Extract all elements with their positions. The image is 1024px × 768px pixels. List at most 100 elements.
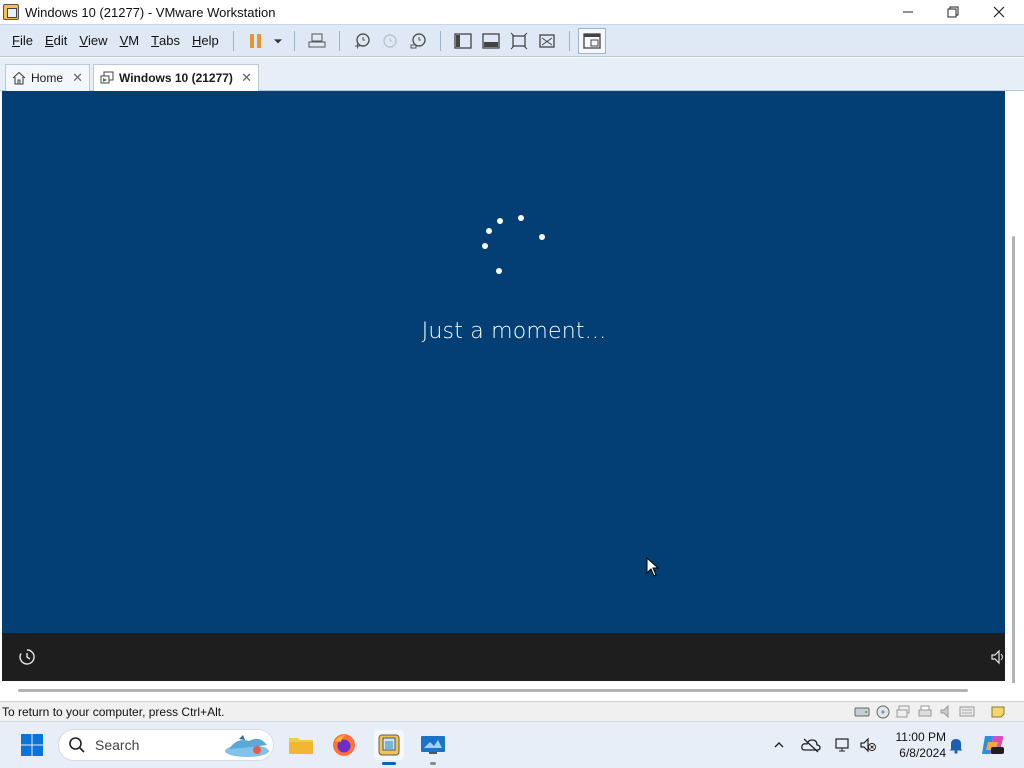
display-device-icon[interactable] bbox=[959, 704, 975, 719]
full-screen-button[interactable] bbox=[505, 28, 533, 54]
copilot-icon bbox=[982, 736, 1004, 754]
menu-vm[interactable]: VM bbox=[114, 25, 146, 56]
menu-help[interactable]: Help bbox=[186, 25, 225, 56]
vertical-scrollbar[interactable] bbox=[1012, 236, 1015, 686]
unity-icon bbox=[539, 33, 555, 48]
show-thumbnail-bar-button[interactable] bbox=[477, 28, 505, 54]
search-label: Search bbox=[95, 737, 140, 753]
title-bar: Windows 10 (21277) - VMware Workstation bbox=[0, 0, 1024, 24]
close-icon bbox=[993, 6, 1005, 18]
spinner-dot bbox=[482, 243, 488, 249]
vmware-app-icon bbox=[3, 4, 19, 20]
chevron-down-icon bbox=[273, 38, 282, 43]
revert-snapshot-icon bbox=[383, 33, 397, 48]
revert-snapshot-button[interactable] bbox=[376, 28, 404, 54]
windows-taskbar: Search 11:00 PM 6/8/2024 bbox=[0, 721, 1024, 768]
minimize-icon bbox=[903, 11, 913, 13]
minimize-button[interactable] bbox=[885, 0, 931, 24]
cloud-offline-icon bbox=[801, 738, 821, 753]
network-icon bbox=[835, 738, 849, 752]
windows-start-icon[interactable] bbox=[20, 733, 44, 757]
network-send-icon bbox=[308, 33, 326, 47]
menu-view[interactable]: View bbox=[73, 25, 113, 56]
vm-screen[interactable]: Just a moment... bbox=[2, 91, 1005, 633]
bell-icon bbox=[949, 739, 963, 754]
take-snapshot-button[interactable] bbox=[348, 28, 376, 54]
clock-date: 6/8/2024 bbox=[899, 746, 946, 760]
snapshot-icon bbox=[354, 32, 370, 48]
accessibility-icon[interactable] bbox=[17, 647, 37, 667]
power-dropdown-button[interactable] bbox=[270, 28, 286, 54]
loading-spinner bbox=[2, 91, 1005, 633]
console-view-icon bbox=[583, 32, 601, 49]
spinner-dot bbox=[539, 234, 545, 240]
network-adapter-icon[interactable] bbox=[896, 704, 912, 719]
restore-icon bbox=[947, 6, 959, 18]
spinner-dot bbox=[496, 268, 502, 274]
thumbnail-bar-icon bbox=[482, 32, 500, 49]
sound-card-icon[interactable] bbox=[938, 704, 954, 719]
hard-disk-icon[interactable] bbox=[854, 704, 870, 719]
firefox-taskbar-button[interactable] bbox=[329, 730, 359, 760]
clock-time: 11:00 PM bbox=[895, 730, 946, 744]
suspend-button[interactable] bbox=[242, 28, 270, 54]
vm-display-frame: Just a moment... bbox=[0, 91, 1024, 686]
firefox-icon bbox=[333, 734, 355, 756]
send-ctrl-alt-del-button[interactable] bbox=[303, 28, 331, 54]
volume-muted-icon bbox=[860, 737, 876, 753]
vm-bottom-bar bbox=[2, 633, 1005, 681]
mouse-cursor-icon bbox=[646, 557, 660, 577]
status-message: Just a moment... bbox=[421, 319, 607, 344]
toolbar-separator bbox=[232, 30, 234, 51]
menu-tabs[interactable]: Tabs bbox=[145, 25, 186, 56]
open-app-indicator bbox=[430, 762, 436, 765]
active-app-indicator bbox=[382, 762, 396, 765]
toolbar-separator bbox=[568, 30, 570, 51]
close-button[interactable] bbox=[976, 0, 1022, 24]
spinner-dot bbox=[518, 215, 524, 221]
show-hidden-icons-button[interactable] bbox=[769, 735, 789, 755]
system-clock[interactable]: 11:00 PM 6/8/2024 bbox=[884, 729, 946, 761]
menu-edit[interactable]: Edit bbox=[39, 25, 73, 56]
chevron-up-icon bbox=[774, 742, 784, 748]
menu-toolbar: File Edit View VM Tabs Help bbox=[0, 24, 1024, 57]
taskbar-search[interactable]: Search bbox=[58, 729, 274, 761]
snapshot-manager-button[interactable] bbox=[404, 28, 432, 54]
tab-vm-label: Windows 10 (21277) bbox=[119, 71, 233, 85]
vmware-taskbar-button[interactable] bbox=[374, 730, 404, 760]
spinner-dot bbox=[497, 218, 503, 224]
tab-vm-close-button[interactable]: ✕ bbox=[241, 70, 252, 86]
tab-home-label: Home bbox=[31, 71, 64, 85]
folder-icon bbox=[289, 738, 313, 754]
copilot-button[interactable] bbox=[980, 732, 1006, 758]
printer-icon[interactable] bbox=[917, 704, 933, 719]
home-icon bbox=[12, 71, 26, 85]
file-explorer-taskbar-button[interactable] bbox=[286, 730, 316, 760]
toolbar-separator bbox=[338, 30, 340, 51]
cd-dvd-icon[interactable] bbox=[875, 704, 891, 719]
message-log-icon[interactable] bbox=[990, 704, 1006, 719]
vmware-icon bbox=[378, 734, 400, 756]
horizontal-scroll-area bbox=[0, 683, 1024, 701]
remote-desktop-taskbar-button[interactable] bbox=[418, 730, 448, 760]
toolbar-separator bbox=[439, 30, 441, 51]
menu-file[interactable]: File bbox=[6, 25, 39, 56]
unity-button[interactable] bbox=[533, 28, 561, 54]
notifications-button[interactable] bbox=[946, 735, 966, 755]
network-tray-button[interactable] bbox=[833, 735, 853, 755]
volume-icon[interactable] bbox=[991, 649, 1005, 665]
horizontal-scrollbar[interactable] bbox=[18, 689, 968, 692]
tab-vm[interactable]: Windows 10 (21277) ✕ bbox=[93, 64, 259, 91]
onedrive-tray-button[interactable] bbox=[801, 735, 821, 755]
search-highlight-illustration-icon bbox=[225, 735, 269, 757]
volume-tray-button[interactable] bbox=[858, 735, 878, 755]
tab-home[interactable]: Home ✕ bbox=[5, 64, 90, 91]
maximize-button[interactable] bbox=[930, 0, 976, 24]
tab-home-close-button[interactable]: ✕ bbox=[72, 70, 83, 86]
spinner-dot bbox=[486, 228, 492, 234]
show-library-button[interactable] bbox=[449, 28, 477, 54]
full-screen-icon bbox=[510, 32, 528, 49]
console-view-button[interactable] bbox=[577, 27, 606, 54]
tab-bar: Home ✕ Windows 10 (21277) ✕ bbox=[0, 58, 1024, 91]
window-title: Windows 10 (21277) - VMware Workstation bbox=[25, 4, 276, 20]
